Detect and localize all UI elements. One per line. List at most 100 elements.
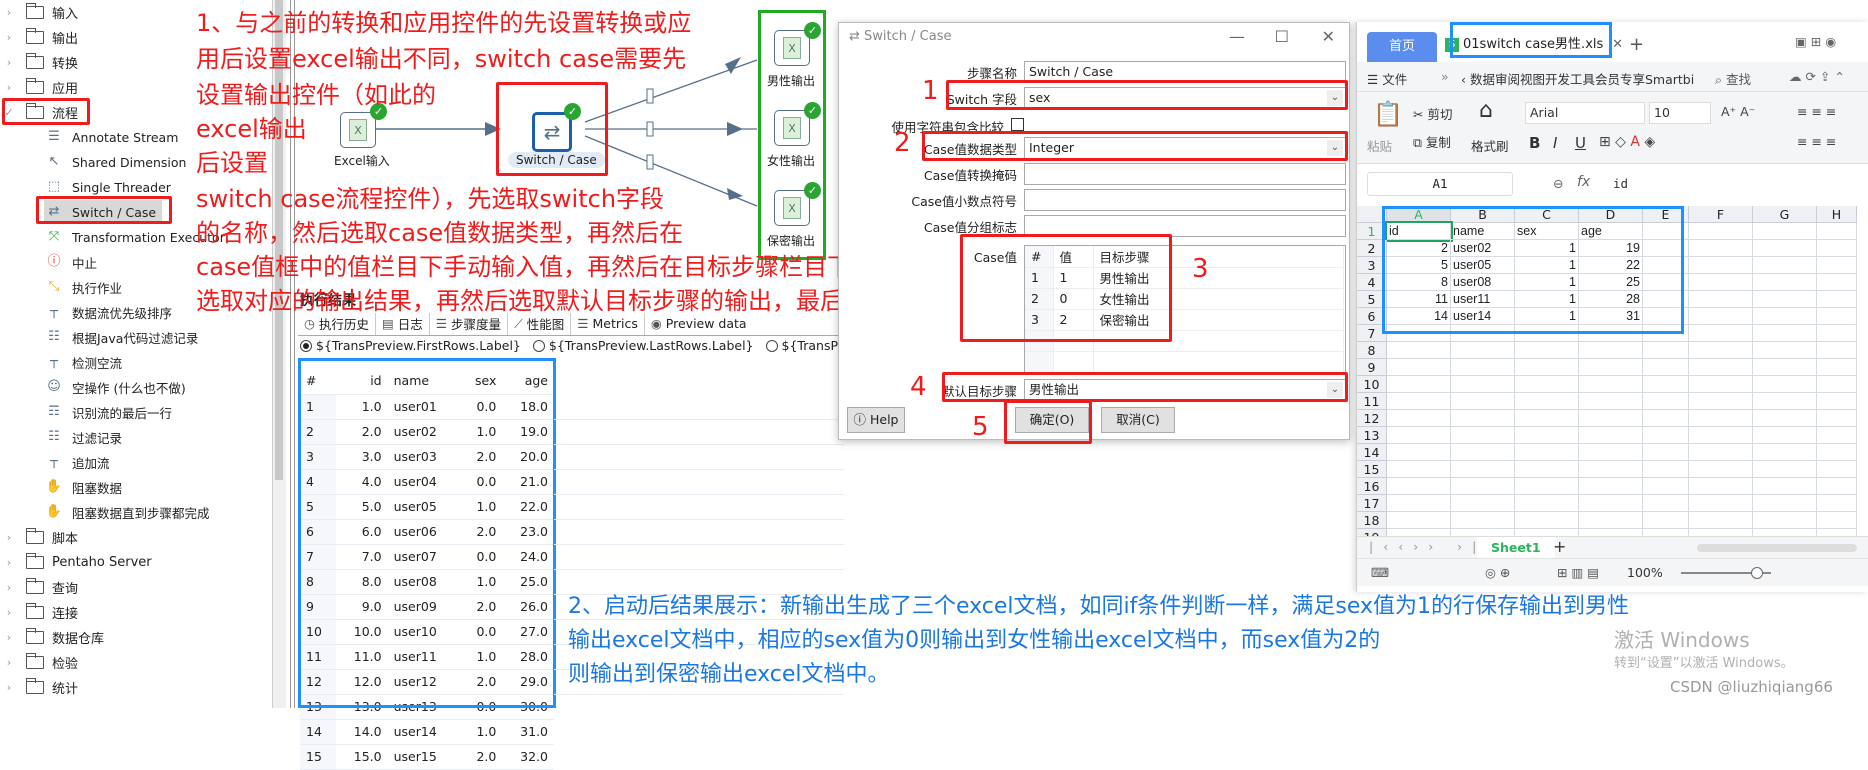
column-header[interactable]: H [1817, 206, 1857, 223]
tree-item-dummy[interactable]: ☺ 空操作 (什么也不做) [44, 375, 186, 399]
grid-cell[interactable] [1689, 223, 1753, 240]
align-icons[interactable]: ≡ ≡ ≡ [1797, 104, 1836, 119]
grid-cell[interactable] [1579, 359, 1643, 376]
italic-button[interactable]: I [1553, 134, 1557, 152]
grid-cell[interactable] [1689, 240, 1753, 257]
grid-cell[interactable] [1689, 325, 1753, 342]
grid-cell[interactable] [1387, 495, 1451, 512]
case-row[interactable] [1025, 351, 1344, 373]
row-header[interactable]: 16 [1357, 478, 1387, 495]
grid-cell[interactable] [1817, 495, 1857, 512]
grid-cell[interactable] [1451, 478, 1515, 495]
name-cell[interactable]: user14 [387, 719, 460, 745]
grid-cell[interactable] [1515, 376, 1579, 393]
tree-folder-validation[interactable]: › 检验 [0, 650, 78, 674]
name-cell[interactable]: user15 [387, 744, 460, 770]
grid-cell[interactable] [1643, 478, 1689, 495]
grid-cell[interactable] [1817, 291, 1857, 308]
macro-icon[interactable]: ⌨ [1371, 565, 1389, 580]
tree-folder-lookup[interactable]: › 查询 [0, 575, 78, 599]
grid-cell[interactable] [1387, 444, 1451, 461]
zoom-slider-handle[interactable] [1751, 567, 1763, 579]
grid-cell[interactable] [1579, 478, 1643, 495]
grid-cell[interactable] [1753, 257, 1817, 274]
toolbar-icons[interactable]: ☁ ⟳ ⇪ ⌃ [1789, 69, 1845, 84]
grid-cell[interactable] [1753, 223, 1817, 240]
name-box[interactable]: A1 [1367, 172, 1513, 196]
grid-cell[interactable] [1753, 461, 1817, 478]
grid-cell[interactable] [1387, 512, 1451, 529]
cancel-button[interactable]: 取消(C) [1101, 407, 1175, 433]
grid-cell[interactable] [1753, 427, 1817, 444]
grid-cell[interactable] [1689, 410, 1753, 427]
radio-first-rows[interactable]: ${TransPreview.FirstRows.Label} [300, 338, 521, 353]
column-header[interactable]: F [1689, 206, 1753, 223]
row-header[interactable]: 10 [1357, 376, 1387, 393]
grid-cell[interactable] [1817, 274, 1857, 291]
format-painter-button[interactable]: 格式刷 [1471, 136, 1509, 155]
grid-cell[interactable] [1451, 444, 1515, 461]
grid-cell[interactable] [1643, 393, 1689, 410]
grid-cell[interactable] [1643, 444, 1689, 461]
tree-folder-joins[interactable]: › 连接 [0, 600, 78, 624]
case-value-cell[interactable] [1053, 351, 1094, 373]
search-button[interactable]: ⌕ 查找 [1715, 69, 1751, 88]
grid-cell[interactable] [1817, 240, 1857, 257]
grid-cell[interactable] [1689, 444, 1753, 461]
grid-cell[interactable] [1753, 393, 1817, 410]
tree-item-block-until-done[interactable]: ✋ 阻塞数据直到步骤都完成 [44, 500, 210, 524]
grid-cell[interactable] [1817, 427, 1857, 444]
grid-cell[interactable] [1579, 376, 1643, 393]
close-tab-icon[interactable]: ✕ [1612, 30, 1623, 60]
grid-cell[interactable] [1515, 410, 1579, 427]
grid-cell[interactable] [1643, 410, 1689, 427]
grid-cell[interactable] [1387, 342, 1451, 359]
case-rownum-cell[interactable] [1025, 351, 1054, 373]
grid-cell[interactable] [1817, 359, 1857, 376]
age-cell[interactable]: 32.0 [502, 744, 554, 770]
tree-folder-transform[interactable]: › 转换 [0, 50, 78, 74]
tree-folder-data-warehouse[interactable]: › 数据仓库 [0, 625, 104, 649]
close-button[interactable]: ✕ [1322, 27, 1335, 46]
grid-cell[interactable] [1451, 461, 1515, 478]
grid-cell[interactable] [1387, 461, 1451, 478]
row-header[interactable]: 15 [1357, 461, 1387, 478]
grid-cell[interactable] [1753, 291, 1817, 308]
paste-button[interactable]: 粘贴 [1367, 136, 1392, 155]
bold-button[interactable]: B [1529, 134, 1540, 152]
font-size-select[interactable]: 10 [1649, 102, 1711, 124]
ribbon-tab-strip[interactable]: ‹ 数据审阅视图开发工具会员专享Smartbi [1461, 69, 1694, 88]
grid-cell[interactable] [1451, 410, 1515, 427]
column-header[interactable]: G [1753, 206, 1817, 223]
grid-cell[interactable] [1753, 359, 1817, 376]
preview-row[interactable]: 15 15.0 user15 2.0 32.0 [300, 744, 554, 770]
node-excel-input[interactable]: X [340, 112, 376, 148]
grid-cell[interactable] [1515, 478, 1579, 495]
grid-cell[interactable] [1753, 240, 1817, 257]
window-layout-icon[interactable]: ▣ ⊞ ◉ [1795, 34, 1836, 49]
grid-cell[interactable] [1753, 410, 1817, 427]
grid-cell[interactable] [1753, 325, 1817, 342]
grid-cell[interactable] [1817, 308, 1857, 325]
grid-cell[interactable] [1753, 274, 1817, 291]
tree-folder-scripting[interactable]: › 脚本 [0, 525, 78, 549]
format-painter-icon[interactable]: ⌂ [1479, 98, 1493, 123]
tree-item-identify-last-row[interactable]: ☶ 识别流的最后一行 [44, 400, 172, 424]
grid-cell[interactable] [1451, 342, 1515, 359]
grid-cell[interactable] [1817, 376, 1857, 393]
grid-cell[interactable] [1817, 393, 1857, 410]
grid-cell[interactable] [1387, 376, 1451, 393]
row-header[interactable]: 18 [1357, 512, 1387, 529]
grid-cell[interactable] [1515, 461, 1579, 478]
grid-cell[interactable] [1579, 427, 1643, 444]
tree-item-abort[interactable]: ⓘ 中止 [44, 250, 97, 274]
grid-cell[interactable] [1515, 359, 1579, 376]
grid-cell[interactable] [1689, 461, 1753, 478]
row-header[interactable]: 17 [1357, 495, 1387, 512]
grid-cell[interactable] [1387, 393, 1451, 410]
grid-cell[interactable] [1753, 478, 1817, 495]
grid-cell[interactable] [1689, 376, 1753, 393]
grid-cell[interactable] [1387, 478, 1451, 495]
use-contains-checkbox[interactable] [1011, 118, 1024, 131]
grid-cell[interactable] [1451, 359, 1515, 376]
